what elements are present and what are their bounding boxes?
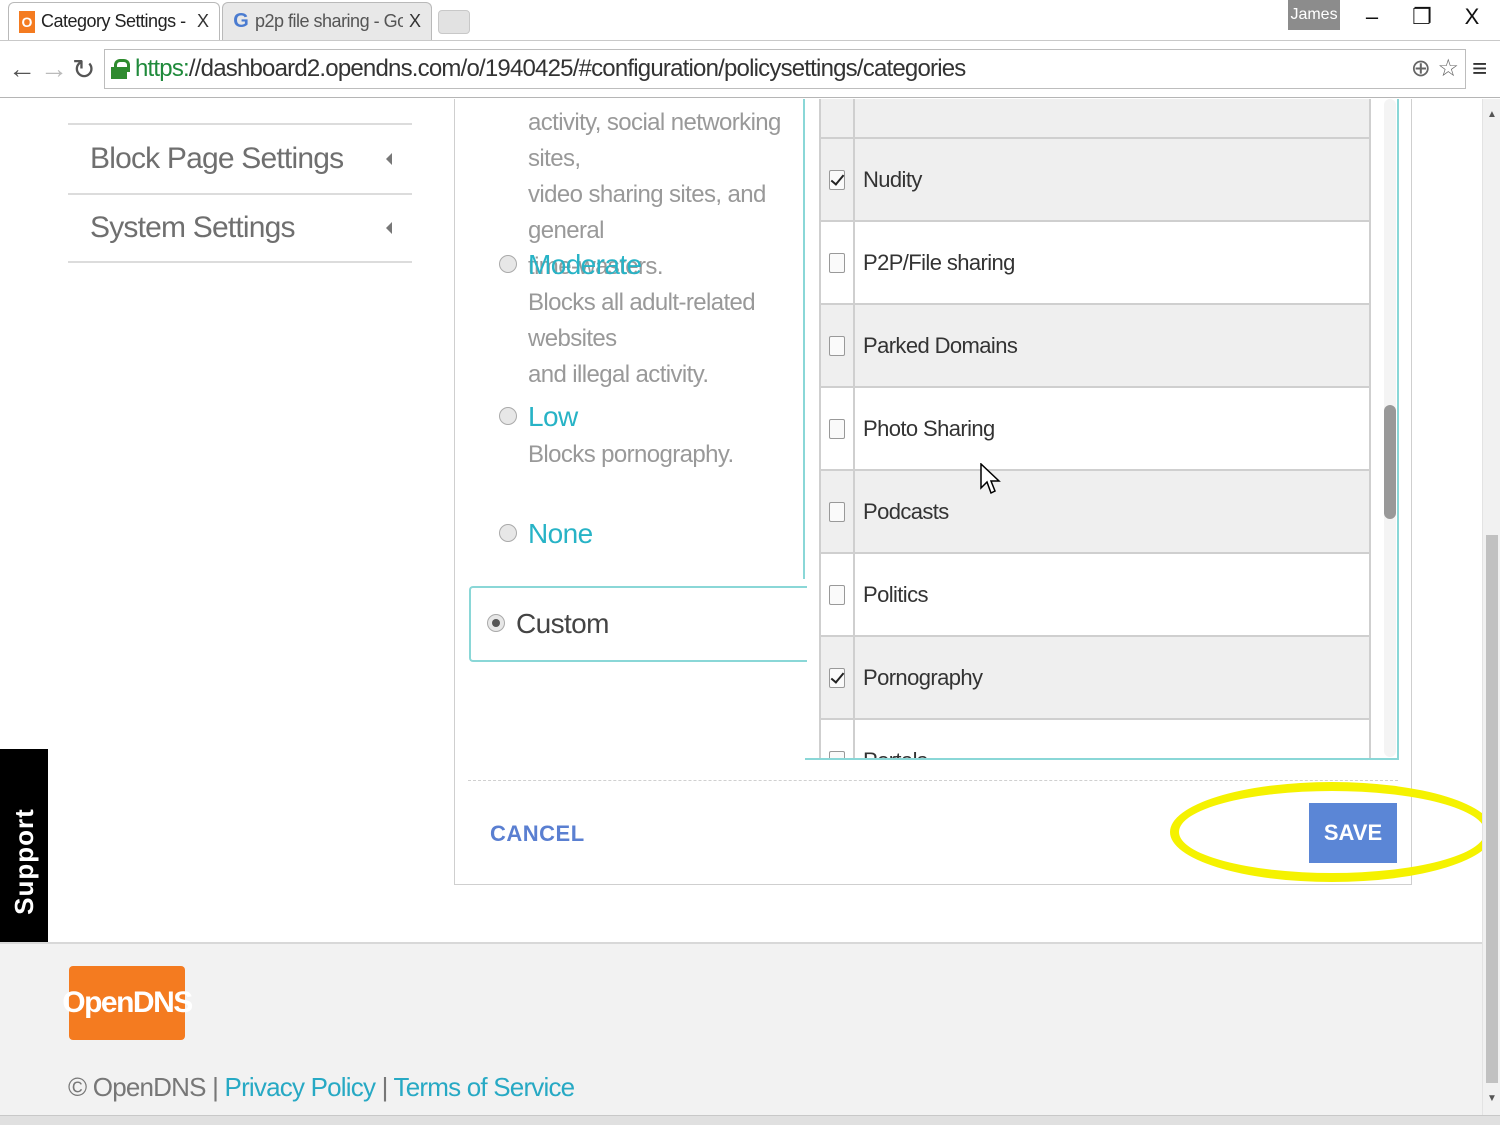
category-label: Nudity xyxy=(863,166,922,192)
category-row-nudity[interactable]: Nudity xyxy=(819,139,1371,222)
category-label: P2P/File sharing xyxy=(863,249,1015,275)
level-low[interactable]: Low Blocks pornography. xyxy=(499,401,734,473)
category-label: Politics xyxy=(863,581,928,607)
checkbox-portals[interactable] xyxy=(829,750,845,758)
close-tab-icon[interactable]: X xyxy=(197,11,209,32)
scroll-up-icon[interactable]: ▲ xyxy=(1487,109,1497,120)
close-window-icon[interactable]: X xyxy=(1452,4,1492,30)
filtering-level-panel: activity, social networking sites, video… xyxy=(454,99,1412,885)
reload-icon[interactable]: ↻ xyxy=(72,53,95,86)
checkbox-pornography[interactable] xyxy=(829,667,845,688)
zoom-icon[interactable]: ⊕ xyxy=(1411,55,1431,82)
checkbox-nudity[interactable] xyxy=(829,169,845,190)
level-none[interactable]: None xyxy=(499,518,593,550)
caret-left-icon xyxy=(386,153,392,165)
page-content: Block Page Settings System Settings acti… xyxy=(0,99,1482,1115)
tab-google-search[interactable]: G p2p file sharing - Google X xyxy=(222,2,432,40)
restore-icon[interactable]: ❐ xyxy=(1402,4,1442,30)
lock-icon xyxy=(111,59,130,79)
sidebar-item-system-settings[interactable]: System Settings xyxy=(68,193,412,263)
opendns-favicon-icon: O xyxy=(19,10,35,33)
footer-links: © OpenDNS | Privacy Policy | Terms of Se… xyxy=(68,1072,576,1102)
category-row-politics[interactable]: Politics xyxy=(819,554,1371,637)
checkbox-photo-sharing[interactable] xyxy=(829,418,845,439)
level-custom-box[interactable]: Custom xyxy=(469,586,807,662)
sidebar-item-label: System Settings xyxy=(90,211,296,244)
level-moderate[interactable]: Moderate Blocks all adult-related websit… xyxy=(499,249,803,393)
checkbox-podcasts[interactable] xyxy=(829,501,845,522)
forward-arrow-icon[interactable]: → xyxy=(40,53,68,85)
terms-of-service-link[interactable]: Terms of Service xyxy=(394,1072,576,1102)
category-row-p2p[interactable]: P2P/File sharing xyxy=(819,222,1371,305)
radio-low[interactable] xyxy=(499,407,517,425)
address-bar[interactable]: https://dashboard2.opendns.com/o/1940425… xyxy=(104,49,1466,89)
level-name[interactable]: None xyxy=(528,518,593,550)
sidebar-item-block-page-settings[interactable]: Block Page Settings xyxy=(68,123,412,193)
highlight-ellipse xyxy=(1170,782,1482,882)
mouse-cursor-icon xyxy=(980,463,1001,495)
settings-sidebar: Block Page Settings System Settings xyxy=(68,123,412,263)
category-row-parked-domains[interactable]: Parked Domains xyxy=(819,305,1371,388)
tab-category-settings[interactable]: O Category Settings - Policy X xyxy=(8,2,220,40)
status-strip xyxy=(0,1115,1500,1125)
menu-icon[interactable]: ≡ xyxy=(1472,53,1487,84)
level-custom[interactable]: Custom xyxy=(487,608,609,640)
level-description: Blocks all adult-related websites and il… xyxy=(528,289,756,388)
radio-none[interactable] xyxy=(499,524,517,542)
support-tab[interactable]: Support xyxy=(0,749,48,973)
tab-strip: O Category Settings - Policy X G p2p fil… xyxy=(0,0,1500,40)
category-list: Nudity P2P/File sharing Parked Domains P… xyxy=(819,99,1371,760)
caret-left-icon xyxy=(386,222,392,234)
sidebar-item-label: Block Page Settings xyxy=(90,142,344,175)
tab-title: p2p file sharing - Google xyxy=(255,11,403,31)
category-row[interactable] xyxy=(819,99,1371,139)
category-scrollbar-thumb[interactable] xyxy=(1384,405,1396,519)
new-tab-button[interactable] xyxy=(438,10,470,34)
filtering-levels: activity, social networking sites, video… xyxy=(469,99,805,579)
bookmark-star-icon[interactable]: ☆ xyxy=(1437,55,1459,82)
page-scrollbar[interactable]: ▲ ▼ xyxy=(1482,99,1500,1115)
level-description: Blocks pornography. xyxy=(528,441,734,468)
google-favicon-icon: G xyxy=(233,10,249,32)
category-list-panel: Nudity P2P/File sharing Parked Domains P… xyxy=(805,99,1399,760)
toolbar: ← → ↻ https://dashboard2.opendns.com/o/1… xyxy=(0,40,1500,98)
checkbox-p2p-file-sharing[interactable] xyxy=(829,252,845,273)
level-name[interactable]: Moderate xyxy=(528,249,803,281)
url-text: https://dashboard2.opendns.com/o/1940425… xyxy=(135,55,966,82)
scroll-down-icon[interactable]: ▼ xyxy=(1487,1093,1497,1104)
checkbox-politics[interactable] xyxy=(829,584,845,605)
category-row-podcasts[interactable]: Podcasts xyxy=(819,471,1371,554)
support-label: Support xyxy=(8,807,39,915)
divider xyxy=(468,780,1398,781)
level-name[interactable]: Custom xyxy=(516,608,609,640)
copyright: © OpenDNS xyxy=(68,1072,206,1102)
level-name[interactable]: Low xyxy=(528,401,734,433)
radio-moderate[interactable] xyxy=(499,255,517,273)
minimize-icon[interactable]: – xyxy=(1352,4,1392,30)
category-label: Portals xyxy=(863,747,928,760)
checkbox-parked-domains[interactable] xyxy=(829,335,845,356)
category-row-portals[interactable]: Portals xyxy=(819,720,1371,760)
profile-button[interactable]: James xyxy=(1288,0,1340,30)
back-arrow-icon[interactable]: ← xyxy=(8,53,36,85)
category-label: Pornography xyxy=(863,664,983,690)
category-label: Photo Sharing xyxy=(863,415,995,441)
opendns-logo[interactable]: OpenDNS xyxy=(62,966,193,1040)
category-label: Podcasts xyxy=(863,498,949,524)
close-tab-icon[interactable]: X xyxy=(409,11,421,32)
category-row-pornography[interactable]: Pornography xyxy=(819,637,1371,720)
category-row-photo-sharing[interactable]: Photo Sharing xyxy=(819,388,1371,471)
category-label: Parked Domains xyxy=(863,332,1018,358)
privacy-policy-link[interactable]: Privacy Policy xyxy=(225,1072,376,1102)
tab-title: Category Settings - Policy xyxy=(41,11,191,31)
cancel-button[interactable]: CANCEL xyxy=(490,821,585,847)
page-scrollbar-thumb[interactable] xyxy=(1486,535,1498,1083)
radio-custom[interactable] xyxy=(487,614,505,632)
footer: OpenDNS © OpenDNS | Privacy Policy | Ter… xyxy=(0,942,1482,1115)
